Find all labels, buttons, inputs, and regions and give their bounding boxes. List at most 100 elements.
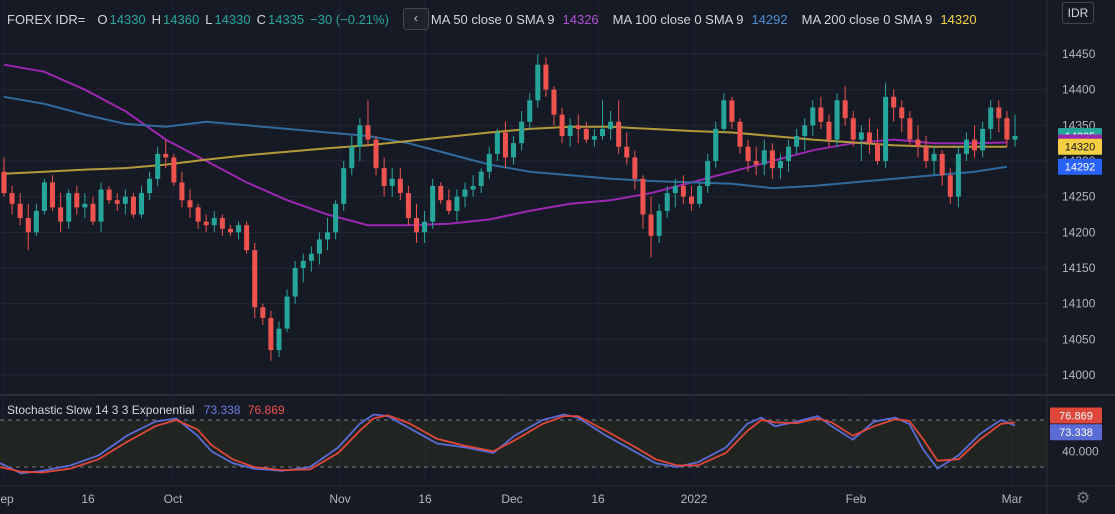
candle-body [341,168,347,204]
y-tick-label: 14050 [1062,332,1096,346]
chevron-left-icon[interactable]: ‹ [402,8,429,30]
candle-body [527,100,533,122]
y-tick-label: 14450 [1062,47,1096,61]
low-value: 14330 [214,11,251,27]
candle-body [292,268,298,297]
candle-body [41,182,47,211]
candle-body [923,146,929,161]
close-label: C [256,11,266,27]
candle-body [211,218,217,226]
candle-body [284,296,290,329]
ma50-value: 14326 [562,11,599,27]
legend-header: FOREX IDR= O 14330 H 14360 L 14330 C 143… [7,8,979,30]
candle-body [66,193,72,222]
candle-body [648,214,654,236]
candle-body [551,89,557,115]
candle-body [82,203,88,208]
candle-body [9,193,15,204]
x-tick-label: Oct [164,492,183,506]
candle-body [163,153,169,158]
candle-body [1,171,7,194]
currency-button[interactable]: IDR [1062,2,1094,24]
candle-body [866,132,872,144]
candle-body [203,221,209,226]
candle-body [389,178,395,186]
candle-body [171,157,177,183]
candle-body [300,260,306,268]
y-tick-label: 14150 [1062,261,1096,275]
candle-body [697,185,703,204]
candle-body [737,121,743,147]
ma200-value: 14320 [940,11,977,27]
candle-body [939,153,945,176]
candle-body [664,193,670,211]
candle-body [535,64,541,101]
x-tick-label: Mar [1002,492,1023,506]
candle-body [834,100,840,140]
candle-body [381,168,387,186]
candle-body [244,225,250,251]
ma100-value: 14292 [751,11,788,27]
x-tick-label: 16 [418,492,432,506]
symbol-name: FOREX IDR= [7,11,86,27]
candle-body [777,161,783,169]
candle-body [365,125,371,140]
candle-body [333,203,339,233]
candle-body [769,150,775,169]
ma100-label: MA 100 close 0 SMA 9 [612,11,744,27]
candle-body [955,153,961,197]
y-tick-label: 14250 [1062,190,1096,204]
candle-body [195,207,201,222]
stochastic-d-value: 76.869 [247,403,285,417]
candle-body [316,239,322,254]
candle-body [17,203,23,219]
candle-body [422,221,428,233]
candle-body [575,125,581,129]
candle-body [478,171,484,186]
candle-body [90,203,96,222]
y-tick-label: 14200 [1062,225,1096,239]
candle-body [721,100,727,129]
candle-body [624,146,630,158]
candle-body [988,107,994,129]
candle-body [850,118,856,140]
candle-body [405,193,411,219]
price-chart[interactable]: 1445014400143501430014250142001415014100… [0,0,1115,514]
candle-body [454,196,460,211]
stochastic-tag-label: 76.869 [1059,410,1093,422]
candle-body [357,125,363,147]
candle-body [179,182,185,201]
candle-body [688,196,694,204]
candle-body [33,210,39,233]
candle-body [810,107,816,126]
y-tick-label: 14100 [1062,297,1096,311]
candle-body [591,136,597,140]
candle-body [583,128,589,140]
stochastic-tag-label: 73.338 [1059,427,1093,439]
candle-body [567,125,573,137]
high-label: H [151,11,162,27]
candle-body [413,218,419,233]
candle-body [915,139,921,147]
candle-body [430,185,436,222]
candle-body [252,250,258,308]
candle-body [494,132,500,154]
candle-body [640,178,646,215]
candle-body [899,107,905,119]
candle-body [74,193,80,208]
candle-body [446,200,452,211]
gear-icon[interactable]: ⚙ [1073,489,1093,509]
candle-body [907,118,913,140]
candle-body [519,121,525,144]
candle-body [114,200,120,204]
candle-body [325,232,331,240]
x-tick-label: Sep [0,492,14,506]
candle-body [511,143,517,158]
x-tick-label: 2022 [681,492,708,506]
candle-body [608,121,614,129]
candle-body [745,146,751,161]
candle-body [219,218,225,229]
candle-body [502,132,508,158]
candle-body [122,196,128,204]
candle-body [1012,136,1018,140]
